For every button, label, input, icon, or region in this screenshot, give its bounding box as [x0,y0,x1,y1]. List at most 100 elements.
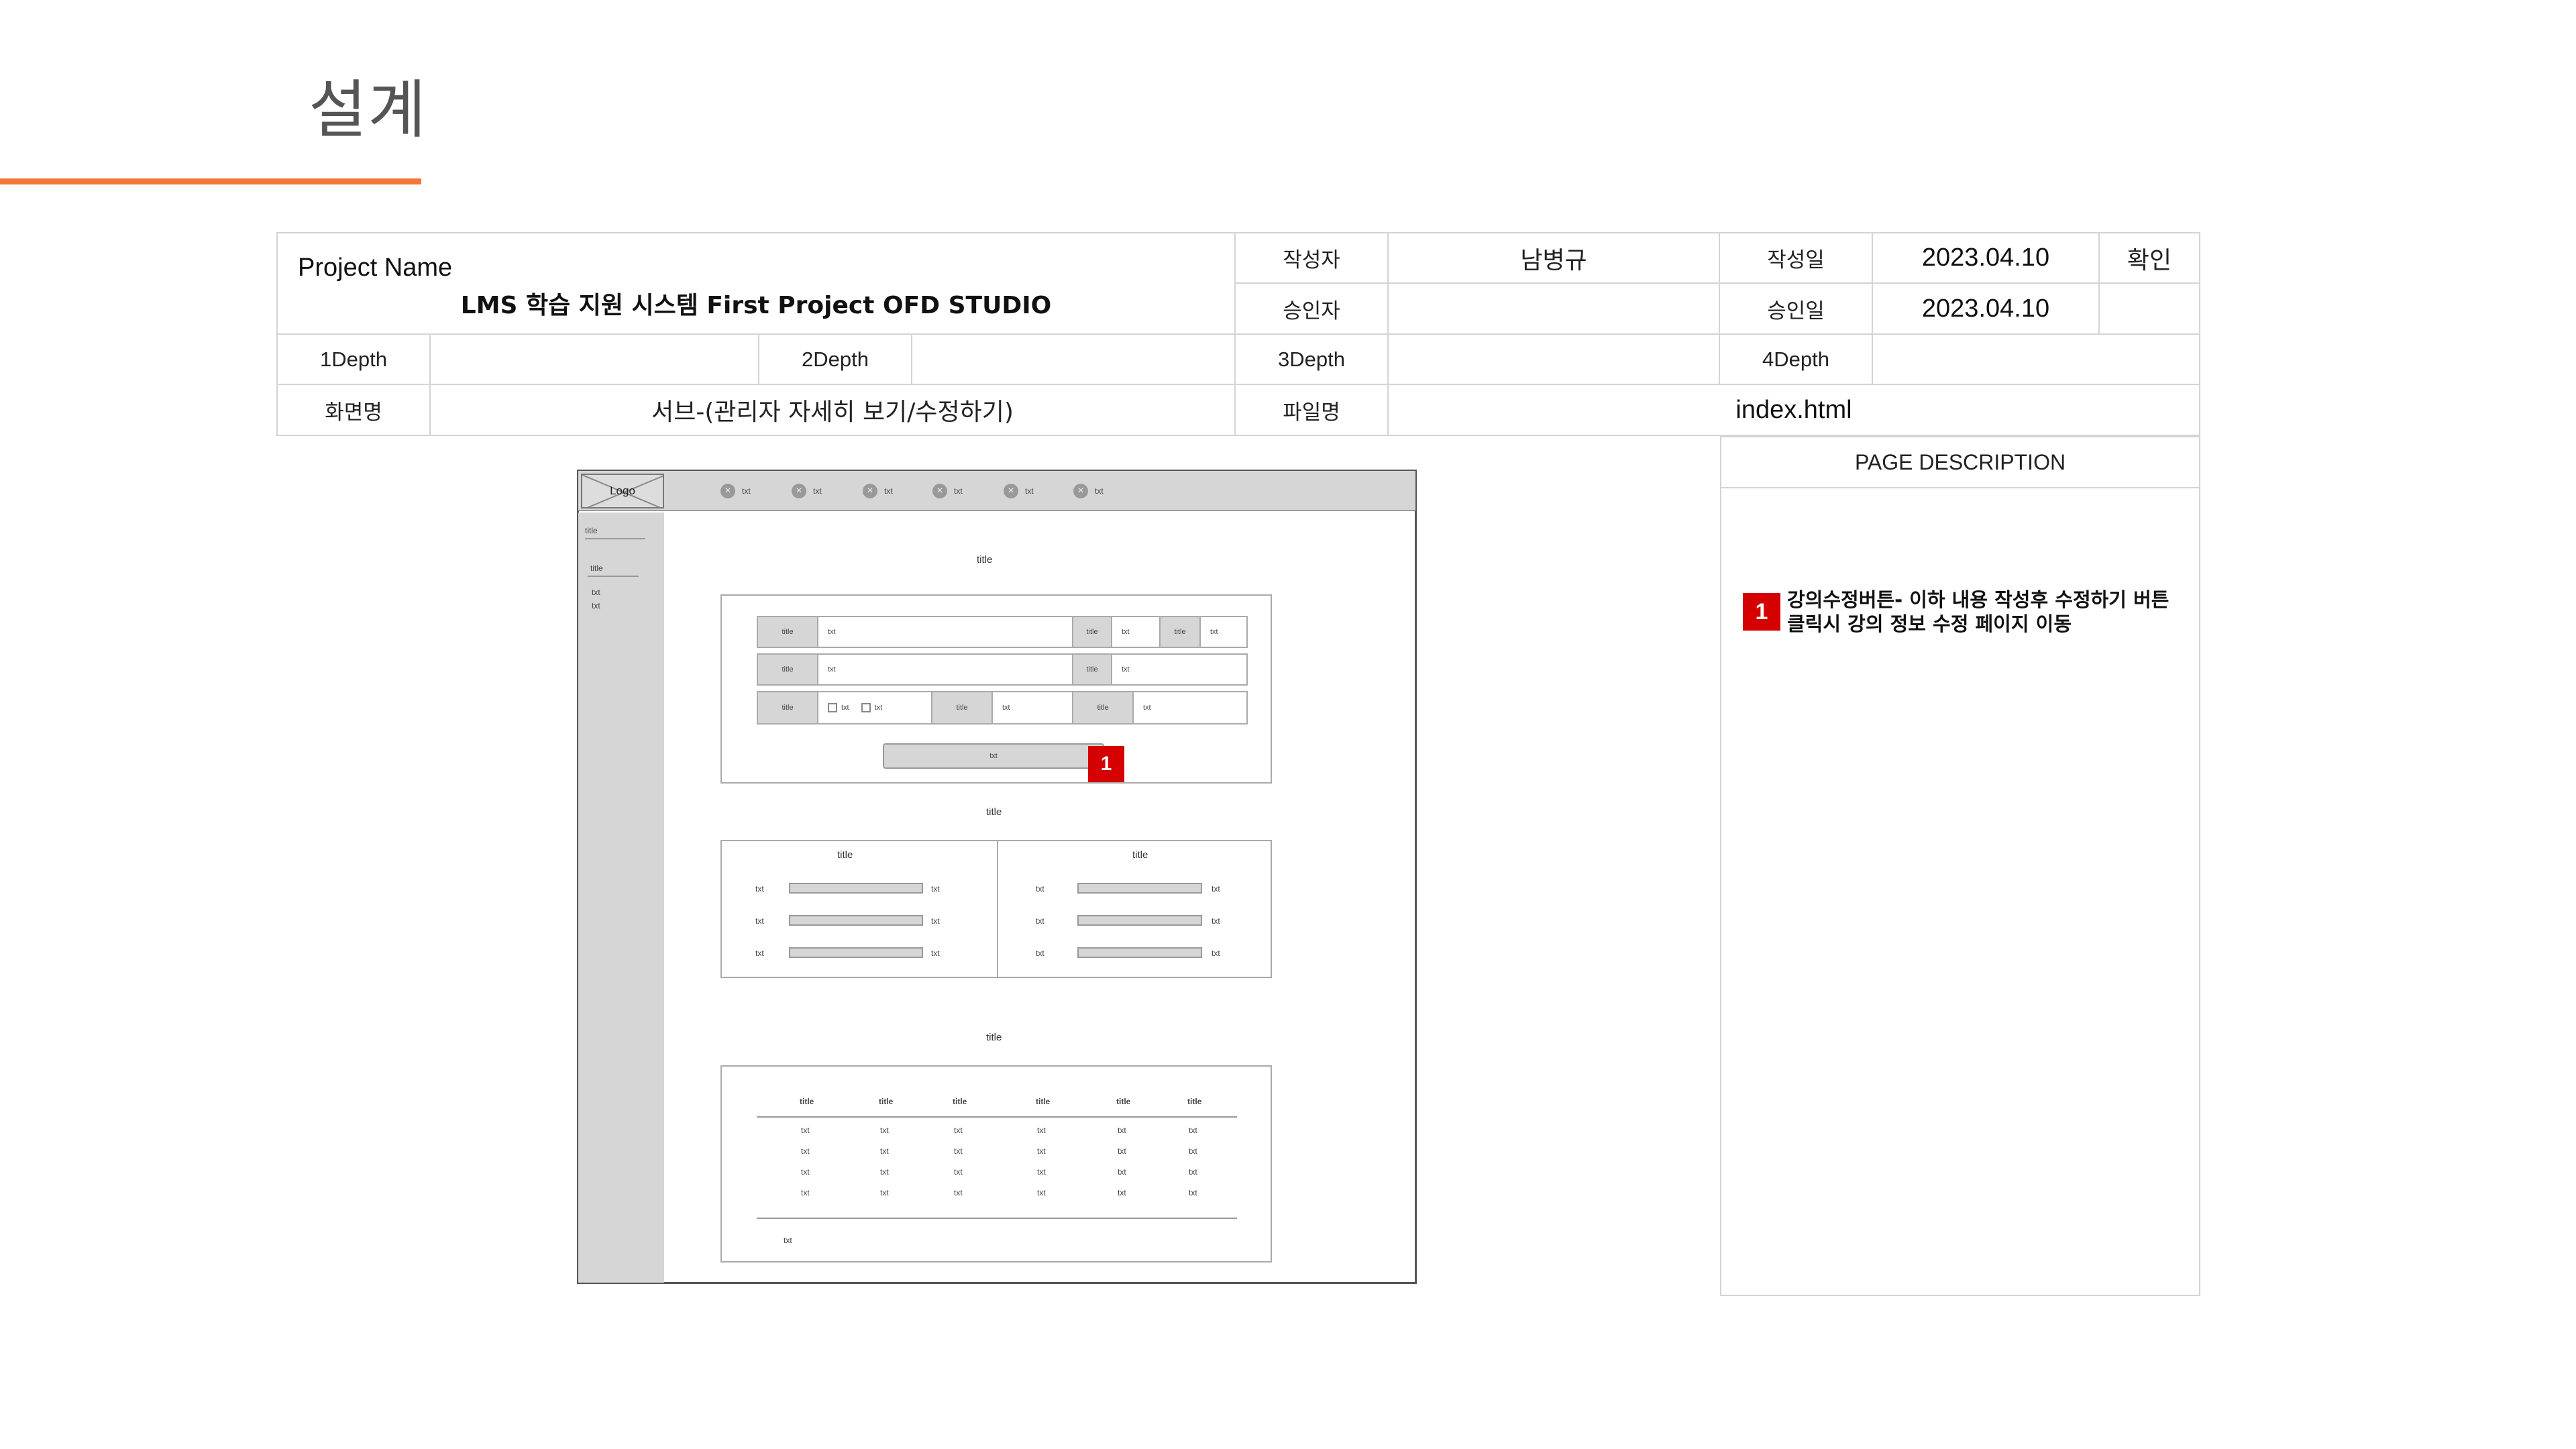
wf-checkbox-label: txt [841,704,849,712]
confirm-label: 확인 [2098,232,2200,284]
wf-progress-value: txt [1212,949,1220,958]
wf-table-cell: txt [1118,1188,1126,1197]
author-label: 작성자 [1234,232,1389,284]
depth2-label: 2Depth [758,333,912,385]
project-name-cell: Project Name LMS 학습 지원 시스템 First Project… [276,232,1236,335]
close-icon: × [720,484,735,498]
wf-form-label: title [1072,616,1112,648]
close-icon: × [792,484,806,498]
wf-table-cell: txt [1037,1188,1046,1197]
wf-form-label: title [1072,653,1112,686]
wf-form-field[interactable]: txt [817,616,1073,648]
wf-table-cell: txt [954,1146,963,1156]
wf-form-field[interactable]: txt [1199,616,1248,648]
wireframe-topbar [578,471,1415,511]
wf-progress-label: txt [755,949,764,958]
wf-nav-item-1[interactable]: × txt [720,484,751,498]
approved-date-label: 승인일 [1719,282,1873,335]
project-name: LMS 학습 지원 시스템 First Project OFD STUDIO [460,292,1052,319]
wf-progress-title-left: title [837,849,853,861]
wf-form-section-title: title [977,554,993,566]
wf-progress-label: txt [755,884,764,894]
description-text-1: 강의수정버튼- 이하 내용 작성후 수정하기 버튼 클릭시 강의 정보 수정 페… [1787,588,2169,635]
screen-name-value: 서브-(관리자 자세히 보기/수정하기) [429,384,1236,436]
wf-sidebar-item-1[interactable]: txt [592,588,600,597]
wf-form-checkbox-group[interactable]: txt txt [817,691,932,724]
close-icon: × [863,484,877,498]
author-value: 남병규 [1387,232,1720,284]
wf-nav-item-3[interactable]: × txt [863,484,893,498]
wf-nav-item-2[interactable]: × txt [792,484,822,498]
wf-table-cell: txt [801,1188,810,1197]
wf-form-label: title [757,691,818,724]
close-icon: × [1004,484,1018,498]
approved-date-value: 2023.04.10 [1872,282,2100,335]
approver-label: 승인자 [1234,282,1389,335]
wf-nav-item-6[interactable]: × txt [1073,484,1104,498]
wf-progress-bar [1077,947,1202,958]
file-name-value: index.html [1387,384,2200,436]
wf-table-cell: txt [1037,1167,1046,1177]
wf-progress-bar [789,947,923,958]
page-title: 설계 [309,74,427,147]
depth1-value [429,333,759,385]
wf-progress-bar [1077,915,1202,926]
wf-data-table: title title title title title title txt txt txt t… [757,1093,1237,1228]
wf-form-field[interactable]: txt [991,691,1073,724]
confirm-value [2098,282,2200,335]
wf-table-cell: txt [1189,1126,1197,1135]
wf-progress-label: txt [755,916,764,926]
wf-nav-item-5[interactable]: × txt [1004,484,1034,498]
logo-text: Logo [610,484,635,497]
wf-sidebar-title-2: title [590,564,603,573]
wf-table-cell: txt [1189,1167,1197,1177]
wf-table-header-cell: title [879,1097,894,1106]
wf-sidebar-divider-1 [585,538,645,539]
wf-progress-label: txt [1036,884,1044,894]
wf-form-field[interactable]: txt [1132,691,1248,724]
wf-table-cell: txt [954,1188,963,1197]
wf-table-cell: txt [801,1167,810,1177]
wf-progress-title-right: title [1132,849,1148,861]
wf-sidebar-title-1: title [585,526,598,535]
wf-progress-value: txt [931,949,940,958]
wf-table-cell: txt [1037,1146,1046,1156]
checkbox[interactable] [861,703,871,712]
wf-progress-bar [789,915,923,926]
wf-nav-item-4[interactable]: × txt [932,484,963,498]
wf-table-header-cell: title [1116,1097,1131,1106]
wf-table-header-cell: title [1187,1097,1202,1106]
approver-value [1387,282,1720,335]
checkbox[interactable] [828,703,837,712]
wf-nav-label: txt [1025,486,1034,496]
wf-nav-label: txt [813,486,822,496]
wf-form-label: title [1159,616,1201,648]
wireframe-logo[interactable]: Logo [581,474,664,508]
wf-checkbox-label: txt [874,704,883,712]
wf-sidebar-item-2[interactable]: txt [592,601,600,610]
page-description-heading: PAGE DESCRIPTION [1720,436,2200,488]
wf-table-cell: txt [880,1146,889,1156]
depth1-label: 1Depth [276,333,431,385]
wf-table-cell: txt [954,1126,963,1135]
wf-table-cell: txt [880,1188,889,1197]
wf-table-cell: txt [801,1126,810,1135]
wf-table-cell: txt [1118,1167,1126,1177]
wf-table-header-cell: title [1036,1097,1051,1106]
wf-form-field[interactable]: txt [817,653,1073,686]
wf-nav-label: txt [954,486,963,496]
wf-marker-1: 1 [1088,746,1124,782]
wf-progress-section-title: title [986,806,1002,818]
written-date-value: 2023.04.10 [1872,232,2100,284]
wf-sidebar-divider-2 [588,576,639,577]
depth3-value [1387,333,1720,385]
wf-progress-label: txt [1036,916,1044,926]
wf-progress-value: txt [931,916,940,926]
wf-progress-bar [1077,883,1202,894]
wf-form-field[interactable]: txt [1111,653,1248,686]
wf-progress-value: txt [1212,916,1220,926]
wf-form-field[interactable]: txt [1111,616,1161,648]
wf-table-section-title: title [986,1032,1002,1043]
screen-name-label: 화면명 [276,384,431,436]
wf-edit-button[interactable]: txt [883,743,1104,769]
